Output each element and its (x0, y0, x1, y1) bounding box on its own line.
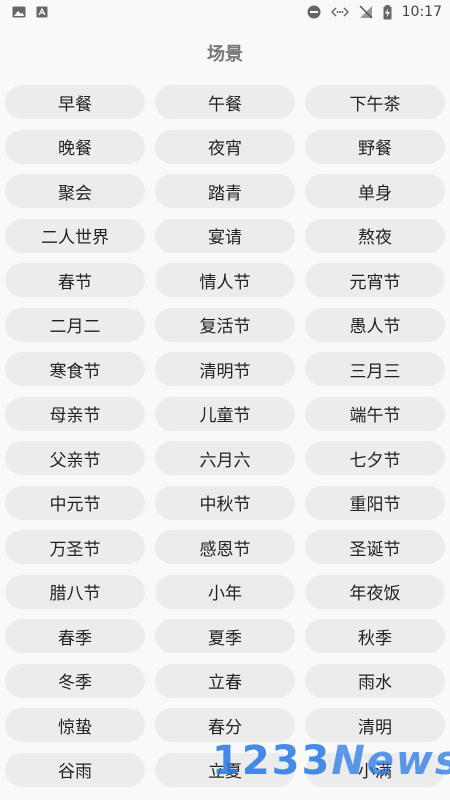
scene-chip[interactable]: 踏青 (155, 174, 295, 208)
text-notification-icon (36, 6, 48, 18)
scene-chip[interactable]: 下午茶 (305, 85, 445, 119)
do-not-disturb-icon (307, 5, 321, 19)
scene-chip[interactable]: 重阳节 (305, 485, 445, 520)
scene-chip[interactable]: 立夏 (155, 752, 295, 787)
scene-chip[interactable]: 春分 (155, 708, 295, 742)
scene-chip[interactable]: 春节 (5, 263, 145, 297)
scene-chip[interactable]: 二月二 (5, 307, 145, 342)
scene-chip[interactable]: 寒食节 (5, 352, 145, 386)
scene-chip[interactable]: 清明 (305, 708, 445, 742)
scene-chip[interactable]: 雨水 (305, 663, 445, 698)
scene-chip[interactable]: 父亲节 (5, 441, 145, 475)
scene-chip[interactable]: 愚人节 (305, 307, 445, 342)
scene-chip[interactable]: 夏季 (155, 619, 295, 653)
scene-chip[interactable]: 元宵节 (305, 263, 445, 297)
scene-chip[interactable]: 夜宵 (155, 129, 295, 164)
scene-chip[interactable]: 六月六 (155, 441, 295, 475)
status-bar: 10:17 (0, 0, 450, 24)
scene-grid: 早餐 午餐 下午茶晚餐 夜宵 野餐聚会 踏青 单身二人世界 宴请 熬夜春节 情人节 元宵节二月二 复活… (5, 85, 445, 787)
scene-chip[interactable]: 七夕节 (305, 441, 445, 475)
image-notification-icon (12, 6, 26, 18)
data-sync-icon (330, 6, 349, 18)
scene-chip[interactable]: 野餐 (305, 129, 445, 164)
scene-chip[interactable]: 腊八节 (5, 574, 145, 609)
scene-chip[interactable]: 圣诞节 (305, 530, 445, 564)
scene-chip[interactable]: 二人世界 (5, 218, 145, 253)
scene-chip[interactable]: 情人节 (155, 263, 295, 297)
scene-chip[interactable]: 万圣节 (5, 530, 145, 564)
scene-chip[interactable]: 宴请 (155, 218, 295, 253)
status-right: 10:17 (307, 4, 442, 20)
scene-chip[interactable]: 儿童节 (155, 396, 295, 431)
scene-chip[interactable]: 小年 (155, 574, 295, 609)
scene-chip[interactable]: 年夜饭 (305, 574, 445, 609)
scene-chip[interactable]: 中秋节 (155, 485, 295, 520)
scene-chip[interactable]: 惊蛰 (5, 708, 145, 742)
scene-chip[interactable]: 清明节 (155, 352, 295, 386)
scene-chip[interactable]: 熬夜 (305, 218, 445, 253)
status-time: 10:17 (401, 4, 442, 20)
scene-chip[interactable]: 午餐 (155, 85, 295, 119)
page-title: 场景 (207, 44, 243, 65)
scene-chip[interactable]: 复活节 (155, 307, 295, 342)
scene-chip[interactable]: 三月三 (305, 352, 445, 386)
scene-chip[interactable]: 聚会 (5, 174, 145, 208)
scene-chip[interactable]: 端午节 (305, 396, 445, 431)
scene-chip[interactable]: 晚餐 (5, 129, 145, 164)
scene-chip[interactable]: 立春 (155, 663, 295, 698)
scene-chip[interactable]: 春季 (5, 619, 145, 653)
scene-chip[interactable]: 中元节 (5, 485, 145, 520)
scene-chip[interactable]: 单身 (305, 174, 445, 208)
scene-chip[interactable]: 小满 (305, 752, 445, 787)
app-screen: 10:17 场景 早餐 午餐 下午茶晚餐 夜宵 野餐聚会 踏青 单身二人世界 宴请 熬夜春节 情人… (0, 0, 450, 800)
scene-chip[interactable]: 感恩节 (155, 530, 295, 564)
scene-chip[interactable]: 早餐 (5, 85, 145, 119)
scene-chip[interactable]: 谷雨 (5, 752, 145, 787)
scene-chip[interactable]: 母亲节 (5, 396, 145, 431)
status-left (12, 6, 48, 18)
scene-chip[interactable]: 秋季 (305, 619, 445, 653)
scene-chip[interactable]: 冬季 (5, 663, 145, 698)
no-signal-icon (359, 5, 373, 19)
battery-charging-icon (383, 4, 392, 20)
